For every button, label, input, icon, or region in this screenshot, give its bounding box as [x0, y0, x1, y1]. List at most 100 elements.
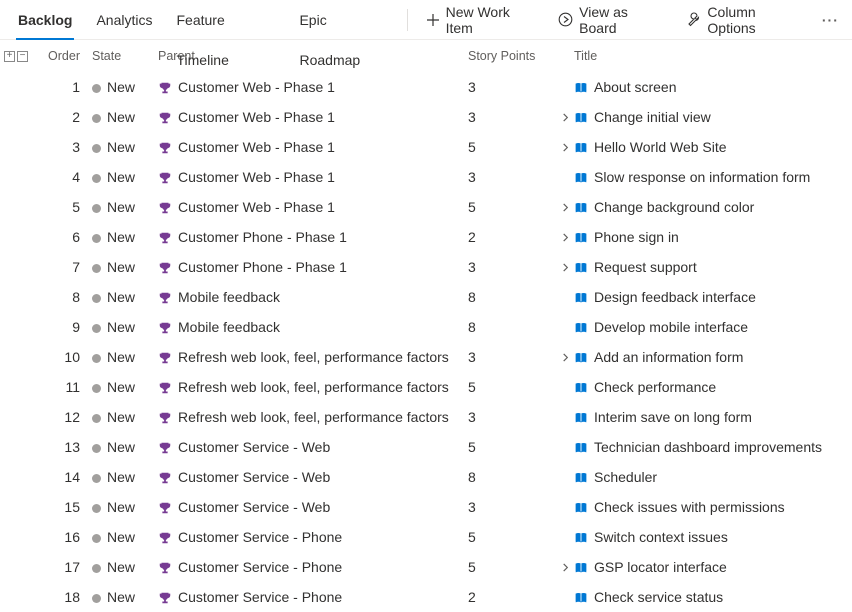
- cell-title[interactable]: Change initial view: [574, 109, 852, 125]
- parent-label: Customer Web - Phase 1: [178, 109, 335, 125]
- cell-title[interactable]: Scheduler: [574, 469, 852, 485]
- trophy-icon: [158, 231, 172, 245]
- title-label: Hello World Web Site: [594, 139, 727, 155]
- cell-parent[interactable]: Refresh web look, feel, performance fact…: [158, 349, 468, 365]
- expand-toggle[interactable]: [556, 559, 574, 575]
- table-row[interactable]: 10NewRefresh web look, feel, performance…: [0, 342, 852, 372]
- cell-parent[interactable]: Customer Service - Web: [158, 499, 468, 515]
- tab-feature-timeline[interactable]: Feature Timeline: [165, 0, 288, 40]
- title-label: Scheduler: [594, 469, 657, 485]
- trophy-icon: [158, 201, 172, 215]
- cell-title[interactable]: Slow response on information form: [574, 169, 852, 185]
- header-story-points[interactable]: Story Points: [468, 49, 556, 63]
- table-row[interactable]: 1NewCustomer Web - Phase 13About screen: [0, 72, 852, 102]
- table-row[interactable]: 2NewCustomer Web - Phase 13Change initia…: [0, 102, 852, 132]
- cell-title[interactable]: Request support: [574, 259, 852, 275]
- expand-toggle[interactable]: [556, 199, 574, 215]
- state-label: New: [107, 169, 135, 185]
- table-row[interactable]: 14NewCustomer Service - Web8Scheduler: [0, 462, 852, 492]
- tab-analytics[interactable]: Analytics: [84, 0, 164, 40]
- cell-parent[interactable]: Customer Web - Phase 1: [158, 139, 468, 155]
- cell-state: New: [92, 439, 158, 455]
- cell-parent[interactable]: Refresh web look, feel, performance fact…: [158, 379, 468, 395]
- table-row[interactable]: 6NewCustomer Phone - Phase 12Phone sign …: [0, 222, 852, 252]
- cell-parent[interactable]: Customer Web - Phase 1: [158, 79, 468, 95]
- trophy-icon: [158, 81, 172, 95]
- cell-title[interactable]: Check performance: [574, 379, 852, 395]
- cell-parent[interactable]: Customer Phone - Phase 1: [158, 229, 468, 245]
- trophy-icon: [158, 141, 172, 155]
- title-label: Change background color: [594, 199, 754, 215]
- cell-parent[interactable]: Customer Web - Phase 1: [158, 169, 468, 185]
- cell-parent[interactable]: Customer Service - Web: [158, 439, 468, 455]
- cell-title[interactable]: Technician dashboard improvements: [574, 439, 852, 455]
- tab-backlog[interactable]: Backlog: [6, 0, 84, 40]
- state-label: New: [107, 199, 135, 215]
- cell-parent[interactable]: Refresh web look, feel, performance fact…: [158, 409, 468, 425]
- cell-title[interactable]: Design feedback interface: [574, 289, 852, 305]
- header-order[interactable]: Order: [44, 49, 92, 63]
- table-row[interactable]: 12NewRefresh web look, feel, performance…: [0, 402, 852, 432]
- table-row[interactable]: 9NewMobile feedback8Develop mobile inter…: [0, 312, 852, 342]
- expand-toggle[interactable]: [556, 229, 574, 245]
- trophy-icon: [158, 171, 172, 185]
- cell-title[interactable]: Check issues with permissions: [574, 499, 852, 515]
- table-row[interactable]: 17NewCustomer Service - Phone5GSP locato…: [0, 552, 852, 582]
- state-dot-icon: [92, 414, 101, 423]
- title-label: Technician dashboard improvements: [594, 439, 822, 455]
- expand-toggle[interactable]: [556, 259, 574, 275]
- cell-parent[interactable]: Mobile feedback: [158, 319, 468, 335]
- cell-parent[interactable]: Customer Service - Phone: [158, 529, 468, 545]
- new-work-item-button[interactable]: New Work Item: [416, 0, 549, 40]
- cell-parent[interactable]: Customer Web - Phase 1: [158, 199, 468, 215]
- expand-toggle[interactable]: [556, 349, 574, 365]
- tab-epic-roadmap[interactable]: Epic Roadmap: [287, 0, 398, 40]
- trophy-icon: [158, 111, 172, 125]
- expand-all-icon[interactable]: +: [4, 51, 15, 62]
- cell-title[interactable]: Hello World Web Site: [574, 139, 852, 155]
- cell-parent[interactable]: Customer Service - Web: [158, 469, 468, 485]
- cell-order: 10: [44, 349, 92, 365]
- more-actions-button[interactable]: ···: [815, 12, 846, 28]
- table-row[interactable]: 4NewCustomer Web - Phase 13Slow response…: [0, 162, 852, 192]
- cell-order: 2: [44, 109, 92, 125]
- view-as-board-button[interactable]: View as Board: [548, 0, 676, 40]
- cell-title[interactable]: Interim save on long form: [574, 409, 852, 425]
- cell-title[interactable]: About screen: [574, 79, 852, 95]
- cell-title[interactable]: Change background color: [574, 199, 852, 215]
- table-row[interactable]: 16NewCustomer Service - Phone5Switch con…: [0, 522, 852, 552]
- cell-title[interactable]: Check service status: [574, 589, 852, 605]
- table-row[interactable]: 18NewCustomer Service - Phone2Check serv…: [0, 582, 852, 612]
- cell-parent[interactable]: Customer Service - Phone: [158, 559, 468, 575]
- table-row[interactable]: 5NewCustomer Web - Phase 15Change backgr…: [0, 192, 852, 222]
- book-icon: [574, 411, 588, 425]
- table-row[interactable]: 11NewRefresh web look, feel, performance…: [0, 372, 852, 402]
- cell-story-points: 5: [468, 139, 556, 155]
- expand-toggle[interactable]: [556, 139, 574, 155]
- cell-title[interactable]: Switch context issues: [574, 529, 852, 545]
- cell-state: New: [92, 199, 158, 215]
- header-title[interactable]: Title: [574, 49, 852, 63]
- cell-title[interactable]: Add an information form: [574, 349, 852, 365]
- expand-toggle[interactable]: [556, 109, 574, 125]
- cell-parent[interactable]: Customer Service - Phone: [158, 589, 468, 605]
- cell-title[interactable]: Phone sign in: [574, 229, 852, 245]
- table-row[interactable]: 15NewCustomer Service - Web3Check issues…: [0, 492, 852, 522]
- header-state[interactable]: State: [92, 49, 158, 63]
- column-options-button[interactable]: Column Options: [676, 0, 814, 40]
- table-row[interactable]: 3NewCustomer Web - Phase 15Hello World W…: [0, 132, 852, 162]
- book-icon: [574, 471, 588, 485]
- cell-parent[interactable]: Customer Phone - Phase 1: [158, 259, 468, 275]
- cell-parent[interactable]: Mobile feedback: [158, 289, 468, 305]
- book-icon: [574, 321, 588, 335]
- column-options-label: Column Options: [707, 4, 804, 36]
- state-dot-icon: [92, 444, 101, 453]
- cell-title[interactable]: Develop mobile interface: [574, 319, 852, 335]
- table-row[interactable]: 7NewCustomer Phone - Phase 13Request sup…: [0, 252, 852, 282]
- table-row[interactable]: 8NewMobile feedback8Design feedback inte…: [0, 282, 852, 312]
- table-row[interactable]: 13NewCustomer Service - Web5Technician d…: [0, 432, 852, 462]
- cell-parent[interactable]: Customer Web - Phase 1: [158, 109, 468, 125]
- cell-title[interactable]: GSP locator interface: [574, 559, 852, 575]
- state-dot-icon: [92, 144, 101, 153]
- collapse-all-icon[interactable]: −: [17, 51, 28, 62]
